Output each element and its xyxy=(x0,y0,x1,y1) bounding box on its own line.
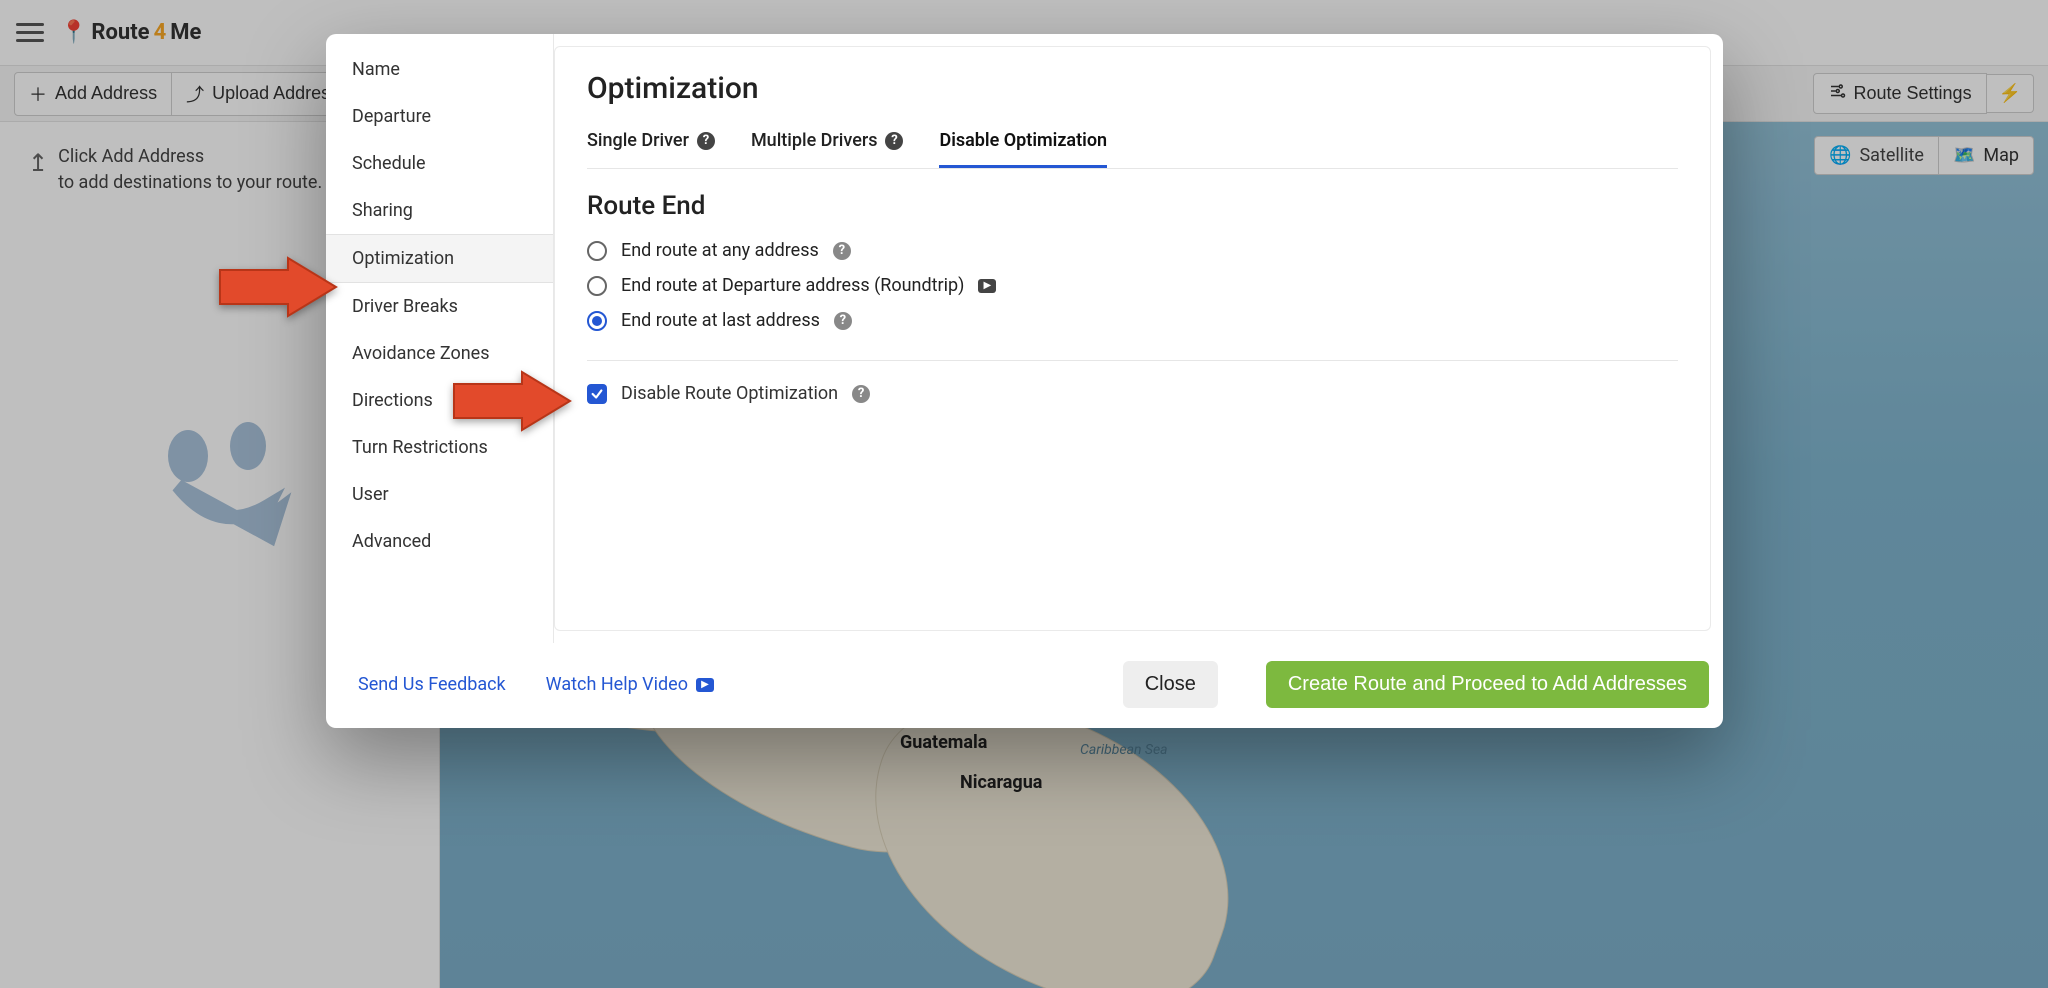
nav-item-departure[interactable]: Departure xyxy=(326,93,553,140)
tab-multiple-drivers-label: Multiple Drivers xyxy=(751,130,878,151)
tab-multiple-drivers[interactable]: Multiple Drivers ? xyxy=(751,120,904,168)
help-icon[interactable]: ? xyxy=(697,132,715,150)
tab-single-driver-label: Single Driver xyxy=(587,130,689,151)
route-end-option-last[interactable]: End route at last address ? xyxy=(587,303,1678,338)
checkbox-checked-icon xyxy=(587,384,607,404)
video-icon: ▶ xyxy=(696,678,714,692)
disable-optimization-checkbox-row[interactable]: Disable Route Optimization ? xyxy=(587,383,1678,404)
settings-nav: Name Departure Schedule Sharing Optimiza… xyxy=(326,34,554,643)
help-icon[interactable]: ? xyxy=(834,312,852,330)
route-end-option-any-label: End route at any address xyxy=(621,240,819,261)
watch-help-video-link[interactable]: Watch Help Video ▶ xyxy=(546,674,714,695)
route-end-option-roundtrip[interactable]: End route at Departure address (Roundtri… xyxy=(587,268,1678,303)
nav-item-advanced[interactable]: Advanced xyxy=(326,518,553,565)
nav-item-user[interactable]: User xyxy=(326,471,553,518)
tab-single-driver[interactable]: Single Driver ? xyxy=(587,120,715,168)
nav-item-turn-restrictions[interactable]: Turn Restrictions xyxy=(326,424,553,471)
close-button[interactable]: Close xyxy=(1123,661,1218,708)
route-settings-modal: Name Departure Schedule Sharing Optimiza… xyxy=(326,34,1723,728)
video-icon[interactable]: ▶ xyxy=(978,279,996,293)
watch-help-video-label: Watch Help Video xyxy=(546,674,688,695)
disable-optimization-label: Disable Route Optimization xyxy=(621,383,838,404)
radio-icon xyxy=(587,241,607,261)
help-icon[interactable]: ? xyxy=(833,242,851,260)
create-route-button[interactable]: Create Route and Proceed to Add Addresse… xyxy=(1266,661,1709,708)
route-end-option-roundtrip-label: End route at Departure address (Roundtri… xyxy=(621,275,964,296)
route-end-option-last-label: End route at last address xyxy=(621,310,820,331)
modal-footer: Send Us Feedback Watch Help Video ▶ Clos… xyxy=(326,643,1723,728)
radio-icon xyxy=(587,276,607,296)
tab-disable-optimization-label: Disable Optimization xyxy=(939,130,1107,151)
nav-item-optimization[interactable]: Optimization xyxy=(326,234,553,283)
tab-disable-optimization[interactable]: Disable Optimization xyxy=(939,120,1107,168)
settings-panel: Optimization Single Driver ? Multiple Dr… xyxy=(554,46,1711,631)
radio-selected-icon xyxy=(587,311,607,331)
nav-item-schedule[interactable]: Schedule xyxy=(326,140,553,187)
send-feedback-link[interactable]: Send Us Feedback xyxy=(358,674,506,695)
nav-item-directions[interactable]: Directions xyxy=(326,377,553,424)
section-route-end-title: Route End xyxy=(587,191,1678,221)
nav-item-driver-breaks[interactable]: Driver Breaks xyxy=(326,283,553,330)
help-icon[interactable]: ? xyxy=(852,385,870,403)
divider xyxy=(587,360,1678,361)
optimization-tabs: Single Driver ? Multiple Drivers ? Disab… xyxy=(587,120,1678,169)
route-end-option-any[interactable]: End route at any address ? xyxy=(587,233,1678,268)
panel-title: Optimization xyxy=(587,71,1678,106)
nav-item-sharing[interactable]: Sharing xyxy=(326,187,553,234)
help-icon[interactable]: ? xyxy=(885,132,903,150)
nav-item-avoidance-zones[interactable]: Avoidance Zones xyxy=(326,330,553,377)
nav-item-name[interactable]: Name xyxy=(326,46,553,93)
